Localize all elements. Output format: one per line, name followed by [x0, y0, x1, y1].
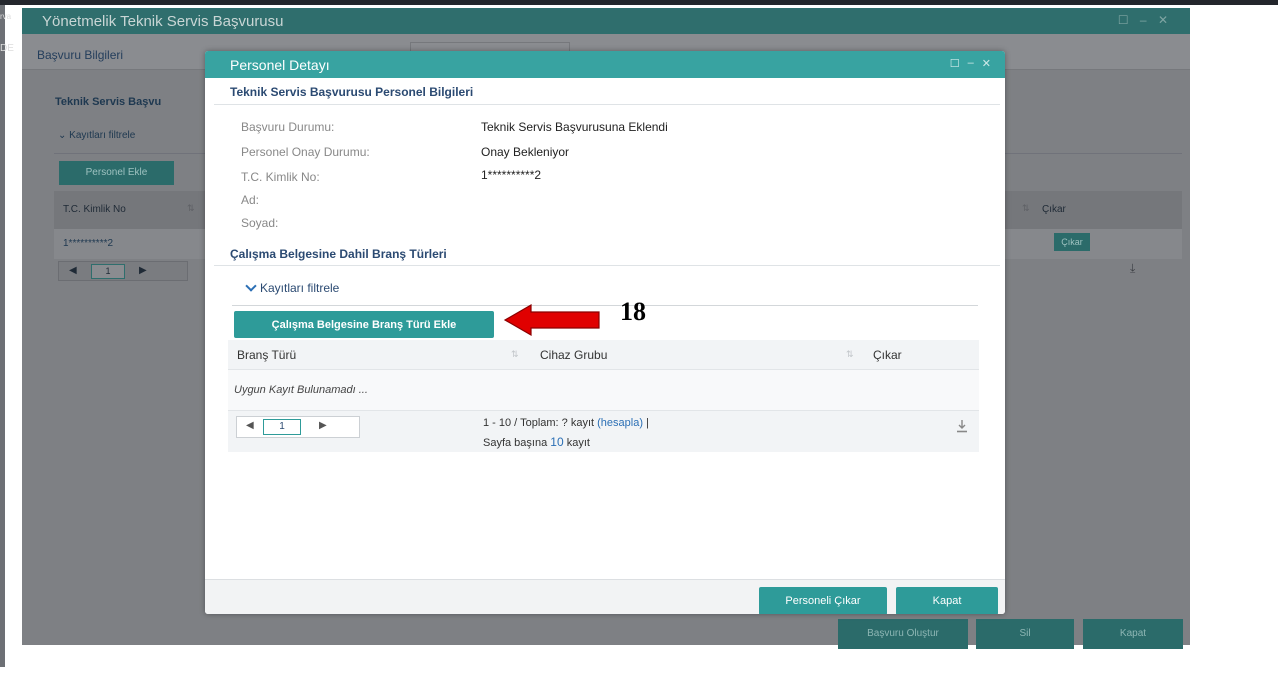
background-section-title: Teknik Servis Başvu	[55, 96, 162, 108]
edge-text-top: rva	[0, 12, 12, 21]
pager: ◀ 1 ▶	[236, 416, 360, 438]
value-basvuru-durumu: Teknik Servis Başvurusuna Eklendi	[481, 120, 668, 134]
section-personel-bilgileri: Teknik Servis Başvurusu Personel Bilgile…	[230, 85, 474, 99]
empty-message: Uygun Kayıt Bulunamadı ...	[234, 384, 368, 396]
pager-info: 1 - 10 / Toplam: ? kayıt (hesapla) |	[483, 417, 649, 429]
modal-titlebar: Personel Detayı ☐ – ✕	[205, 51, 1005, 78]
background-kapat-button[interactable]: Kapat	[1083, 619, 1183, 649]
background-window-title: Yönetmelik Teknik Servis Başvurusu	[42, 13, 284, 30]
pager-total: 1 - 10 / Toplam: ? kayıt	[483, 417, 595, 429]
tab-basvuru-bilgileri[interactable]: Başvuru Bilgileri	[37, 48, 123, 62]
background-filter-label: Kayıtları filtrele	[69, 130, 136, 141]
section-brans-turleri: Çalışma Belgesine Dahil Branş Türleri	[230, 247, 447, 261]
chevron-down-icon	[245, 280, 257, 292]
divider	[214, 265, 1000, 266]
column-cikar: Çıkar	[873, 348, 902, 362]
row-cikar-button[interactable]: Çıkar	[1054, 233, 1090, 251]
sil-button[interactable]: Sil	[976, 619, 1074, 649]
sort-icon[interactable]: ⇅	[1022, 203, 1030, 214]
left-edge-bar	[0, 5, 5, 667]
sort-icon[interactable]: ⇅	[511, 349, 519, 360]
background-window-controls[interactable]: ☐ – ✕	[1118, 13, 1172, 27]
row-tc-kimlik: 1**********2	[63, 238, 114, 249]
table-footer: ◀ 1 ▶ 1 - 10 / Toplam: ? kayıt (hesapla)…	[228, 410, 979, 452]
label-personel-onay-durumu: Personel Onay Durumu:	[241, 145, 370, 159]
column-tc-kimlik[interactable]: T.C. Kimlik No	[63, 204, 126, 215]
filter-label: Kayıtları filtrele	[260, 281, 340, 295]
sort-icon[interactable]: ⇅	[187, 203, 195, 214]
next-page-icon[interactable]: ▶	[319, 420, 327, 431]
per-page-select[interactable]: 10	[550, 435, 563, 449]
label-soyad: Soyad:	[241, 216, 279, 230]
divider	[232, 305, 978, 306]
background-pager: ◀ 1 ▶	[58, 261, 188, 281]
label-basvuru-durumu: Başvuru Durumu:	[241, 120, 335, 134]
column-cikar: Çıkar	[1042, 204, 1066, 215]
column-cihaz-grubu[interactable]: Cihaz Grubu	[540, 348, 607, 362]
label-tc-kimlik: T.C. Kimlik No:	[241, 170, 320, 184]
prev-page-icon[interactable]: ◀	[69, 265, 77, 276]
modal-footer: Personeli Çıkar Kapat	[205, 579, 1005, 614]
edge-text: DE	[0, 43, 14, 54]
download-icon[interactable]: ⤓	[1130, 261, 1135, 276]
value-tc-kimlik: 1**********2	[481, 168, 542, 182]
maximize-icon[interactable]: ☐	[950, 57, 960, 70]
per-page-suffix: kayıt	[566, 437, 590, 449]
label-ad: Ad:	[241, 193, 260, 207]
background-titlebar: Yönetmelik Teknik Servis Başvurusu ☐ – ✕	[22, 8, 1190, 34]
basvuru-olustur-button[interactable]: Başvuru Oluştur	[838, 619, 968, 649]
minimize-icon[interactable]: –	[968, 57, 974, 70]
personeli-cikar-button[interactable]: Personeli Çıkar	[759, 587, 887, 614]
kapat-button[interactable]: Kapat	[896, 587, 998, 614]
hesapla-link[interactable]: (hesapla)	[597, 417, 643, 429]
column-brans-turu[interactable]: Branş Türü	[237, 348, 296, 362]
sort-icon[interactable]: ⇅	[846, 349, 854, 360]
step-number: 18	[620, 297, 646, 326]
table-empty-row: Uygun Kayıt Bulunamadı ...	[228, 370, 979, 410]
filter-toggle[interactable]: Kayıtları filtrele	[245, 280, 340, 295]
next-page-icon[interactable]: ▶	[139, 265, 147, 276]
add-brans-turu-button[interactable]: Çalışma Belgesine Branş Türü Ekle	[234, 311, 494, 338]
close-icon[interactable]: ✕	[982, 57, 991, 70]
pager-separator: |	[646, 417, 649, 429]
prev-page-icon[interactable]: ◀	[246, 420, 254, 431]
personel-detay-modal: Personel Detayı ☐ – ✕ Teknik Servis Başv…	[205, 51, 1005, 614]
divider	[214, 104, 1000, 105]
top-strip	[0, 0, 1278, 5]
table-header: Branş Türü ⇅ Cihaz Grubu ⇅ Çıkar	[228, 340, 979, 370]
add-personel-button[interactable]: Personel Ekle	[59, 161, 174, 185]
modal-title: Personel Detayı	[230, 57, 330, 73]
value-personel-onay-durumu: Onay Bekleniyor	[481, 145, 570, 159]
background-page-number[interactable]: 1	[91, 264, 125, 279]
modal-window-controls: ☐ – ✕	[950, 57, 991, 70]
per-page-prefix: Sayfa başına	[483, 437, 548, 449]
red-arrow-icon	[503, 303, 600, 337]
page-number[interactable]: 1	[263, 419, 301, 435]
per-page: Sayfa başına 10 kayıt	[483, 435, 590, 449]
background-filter-toggle[interactable]: ⌄ Kayıtları filtrele	[58, 130, 135, 141]
download-icon[interactable]	[956, 419, 968, 433]
